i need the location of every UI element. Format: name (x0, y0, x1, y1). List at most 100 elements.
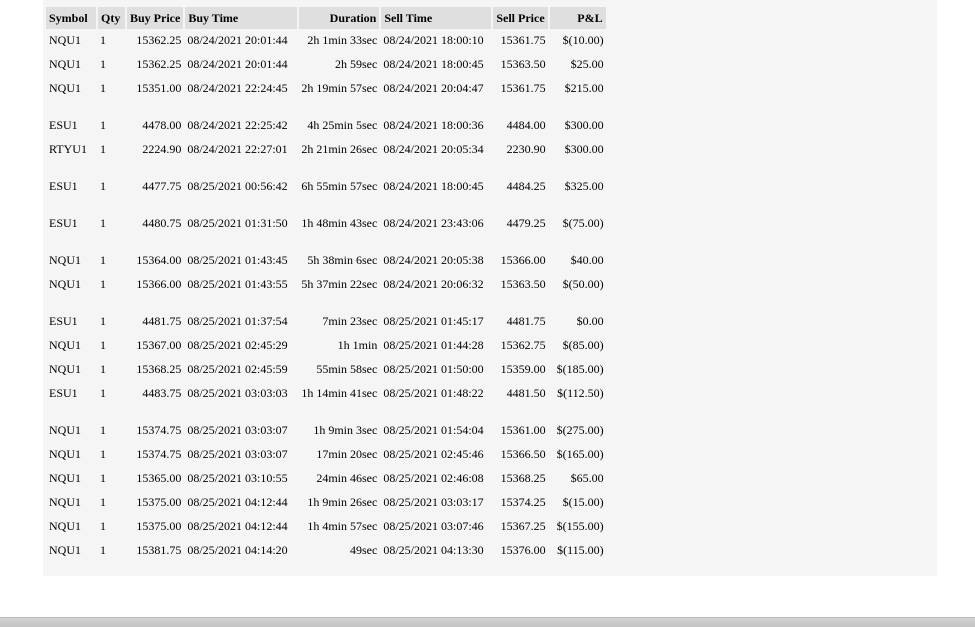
cell-buy-time: 08/25/2021 03:03:03 (187, 386, 288, 400)
cell-duration: 1h 48min 43sec (301, 216, 378, 230)
cell-symbol: ESU1 (49, 386, 78, 400)
column-header-sell-price[interactable]: Sell Price (492, 7, 550, 29)
cell-symbol: ESU1 (49, 179, 78, 193)
cell-buy-time: 08/25/2021 01:37:54 (187, 314, 288, 328)
cell-buy-price: 4477.75 (142, 179, 182, 193)
cell-duration: 2h 21min 26sec (301, 142, 378, 156)
cell-qty: 1 (100, 386, 106, 400)
cell-pnl: $0.00 (576, 314, 604, 328)
cell-qty: 1 (100, 519, 106, 533)
cell-duration: 5h 38min 6sec (307, 253, 378, 267)
cell-sell-price: 15374.25 (500, 495, 546, 509)
cell-sell-price: 15368.25 (500, 471, 546, 485)
cell-qty: 1 (100, 495, 106, 509)
cell-sell-time: 08/24/2021 18:00:36 (383, 118, 484, 132)
cell-buy-time: 08/25/2021 04:14:20 (187, 543, 288, 557)
cell-buy-price: 15375.00 (136, 519, 182, 533)
column-header-sell-time[interactable]: Sell Time (380, 7, 494, 29)
cell-duration: 6h 55min 57sec (301, 179, 378, 193)
column-header-symbol[interactable]: Symbol (46, 7, 98, 29)
cell-symbol: NQU1 (49, 57, 81, 71)
table-row: NQU1 1 15375.00 08/25/2021 04:12:44 1h 4min … (46, 515, 607, 539)
cell-duration: 1h 1min (337, 338, 378, 352)
cell-symbol: NQU1 (49, 81, 81, 95)
cell-buy-price: 15375.00 (136, 495, 182, 509)
cell-buy-time: 08/24/2021 22:27:01 (187, 142, 288, 156)
cell-symbol: ESU1 (49, 118, 78, 132)
cell-buy-price: 15366.00 (136, 277, 182, 291)
cell-buy-time: 08/25/2021 04:12:44 (187, 495, 288, 509)
column-header-buy-price[interactable]: Buy Price (126, 7, 186, 29)
cell-sell-time: 08/25/2021 01:48:22 (383, 386, 484, 400)
cell-buy-price: 15368.25 (136, 362, 182, 376)
cell-pnl: $325.00 (564, 179, 604, 193)
table-row: NQU1 1 15375.00 08/25/2021 04:12:44 1h 9min … (46, 491, 607, 515)
trades-panel: Symbol Qty Buy Price Buy Time Duration S… (43, 0, 937, 576)
cell-sell-price: 15361.75 (500, 81, 546, 95)
cell-sell-time: 08/24/2021 18:00:10 (383, 33, 484, 47)
table-header-row: Symbol Qty Buy Price Buy Time Duration S… (46, 7, 608, 29)
table-row: NQU1 1 15362.25 08/24/2021 20:01:44 2h 1min … (46, 29, 607, 53)
cell-sell-price: 15361.75 (500, 33, 546, 47)
cell-duration: 2h 1min 33sec (307, 33, 378, 47)
cell-sell-time: 08/24/2021 18:00:45 (383, 57, 484, 71)
cell-buy-price: 4478.00 (142, 118, 182, 132)
table-row: ESU1 1 4477.75 08/25/2021 00:56:42 6h 55min … (46, 175, 607, 212)
cell-duration: 49sec (350, 543, 378, 557)
cell-buy-price: 2224.90 (142, 142, 182, 156)
cell-sell-price: 15363.50 (500, 57, 546, 71)
cell-sell-price: 15366.00 (500, 253, 546, 267)
cell-duration: 1h 9min 3sec (313, 423, 378, 437)
cell-sell-time: 08/25/2021 01:45:17 (383, 314, 484, 328)
cell-buy-time: 08/25/2021 02:45:59 (187, 362, 288, 376)
cell-symbol: NQU1 (49, 33, 81, 47)
column-header-buy-time[interactable]: Buy Time (184, 7, 300, 29)
cell-pnl: $(112.50) (557, 386, 604, 400)
cell-buy-price: 4481.75 (142, 314, 182, 328)
cell-symbol: NQU1 (49, 253, 81, 267)
column-header-pnl[interactable]: P&L (548, 7, 608, 29)
cell-qty: 1 (100, 118, 106, 132)
column-header-qty[interactable]: Qty (97, 7, 127, 29)
table-row: ESU1 1 4481.75 08/25/2021 01:37:54 7min 23se… (46, 310, 607, 334)
cell-buy-price: 15374.75 (136, 423, 182, 437)
cell-qty: 1 (100, 57, 106, 71)
cell-pnl: $(275.00) (556, 423, 604, 437)
cell-duration: 7min 23sec (322, 314, 378, 328)
cell-qty: 1 (100, 142, 106, 156)
cell-symbol: RTYU1 (49, 142, 87, 156)
cell-pnl: $300.00 (564, 118, 604, 132)
cell-symbol: NQU1 (49, 495, 81, 509)
cell-qty: 1 (100, 277, 106, 291)
table-row: NQU1 1 15374.75 08/25/2021 03:03:07 1h 9min … (46, 419, 607, 443)
cell-buy-time: 08/25/2021 02:45:29 (187, 338, 288, 352)
cell-buy-price: 15381.75 (136, 543, 182, 557)
cell-buy-time: 08/25/2021 00:56:42 (187, 179, 288, 193)
cell-sell-time: 08/24/2021 18:00:45 (383, 179, 484, 193)
cell-duration: 2h 19min 57sec (301, 81, 378, 95)
cell-duration: 55min 58sec (316, 362, 378, 376)
cell-qty: 1 (100, 216, 106, 230)
table-row: ESU1 1 4480.75 08/25/2021 01:31:50 1h 48min … (46, 212, 607, 249)
cell-sell-time: 08/25/2021 03:03:17 (383, 495, 484, 509)
cell-sell-time: 08/24/2021 20:05:34 (383, 142, 484, 156)
cell-duration: 1h 9min 26sec (307, 495, 378, 509)
cell-duration: 17min 20sec (316, 447, 378, 461)
cell-sell-price: 4481.50 (506, 386, 546, 400)
table-row: NQU1 1 15362.25 08/24/2021 20:01:44 2h 59sec… (46, 53, 607, 77)
cell-symbol: NQU1 (49, 543, 81, 557)
cell-duration: 24min 46sec (316, 471, 378, 485)
cell-buy-time: 08/25/2021 03:10:55 (187, 471, 288, 485)
table-row: NQU1 1 15368.25 08/25/2021 02:45:59 55min 58… (46, 358, 607, 382)
cell-pnl: $300.00 (564, 142, 604, 156)
table-row: NQU1 1 15365.00 08/25/2021 03:10:55 24min 46… (46, 467, 607, 491)
cell-buy-time: 08/24/2021 22:25:42 (187, 118, 288, 132)
cell-symbol: NQU1 (49, 519, 81, 533)
column-header-duration[interactable]: Duration (298, 7, 382, 29)
trades-table: Symbol Qty Buy Price Buy Time Duration S… (46, 7, 608, 563)
cell-symbol: NQU1 (49, 362, 81, 376)
cell-qty: 1 (100, 81, 106, 95)
cell-pnl: $215.00 (564, 81, 604, 95)
table-row: NQU1 1 15364.00 08/25/2021 01:43:45 5h 38min… (46, 249, 607, 273)
cell-sell-time: 08/25/2021 04:13:30 (383, 543, 484, 557)
